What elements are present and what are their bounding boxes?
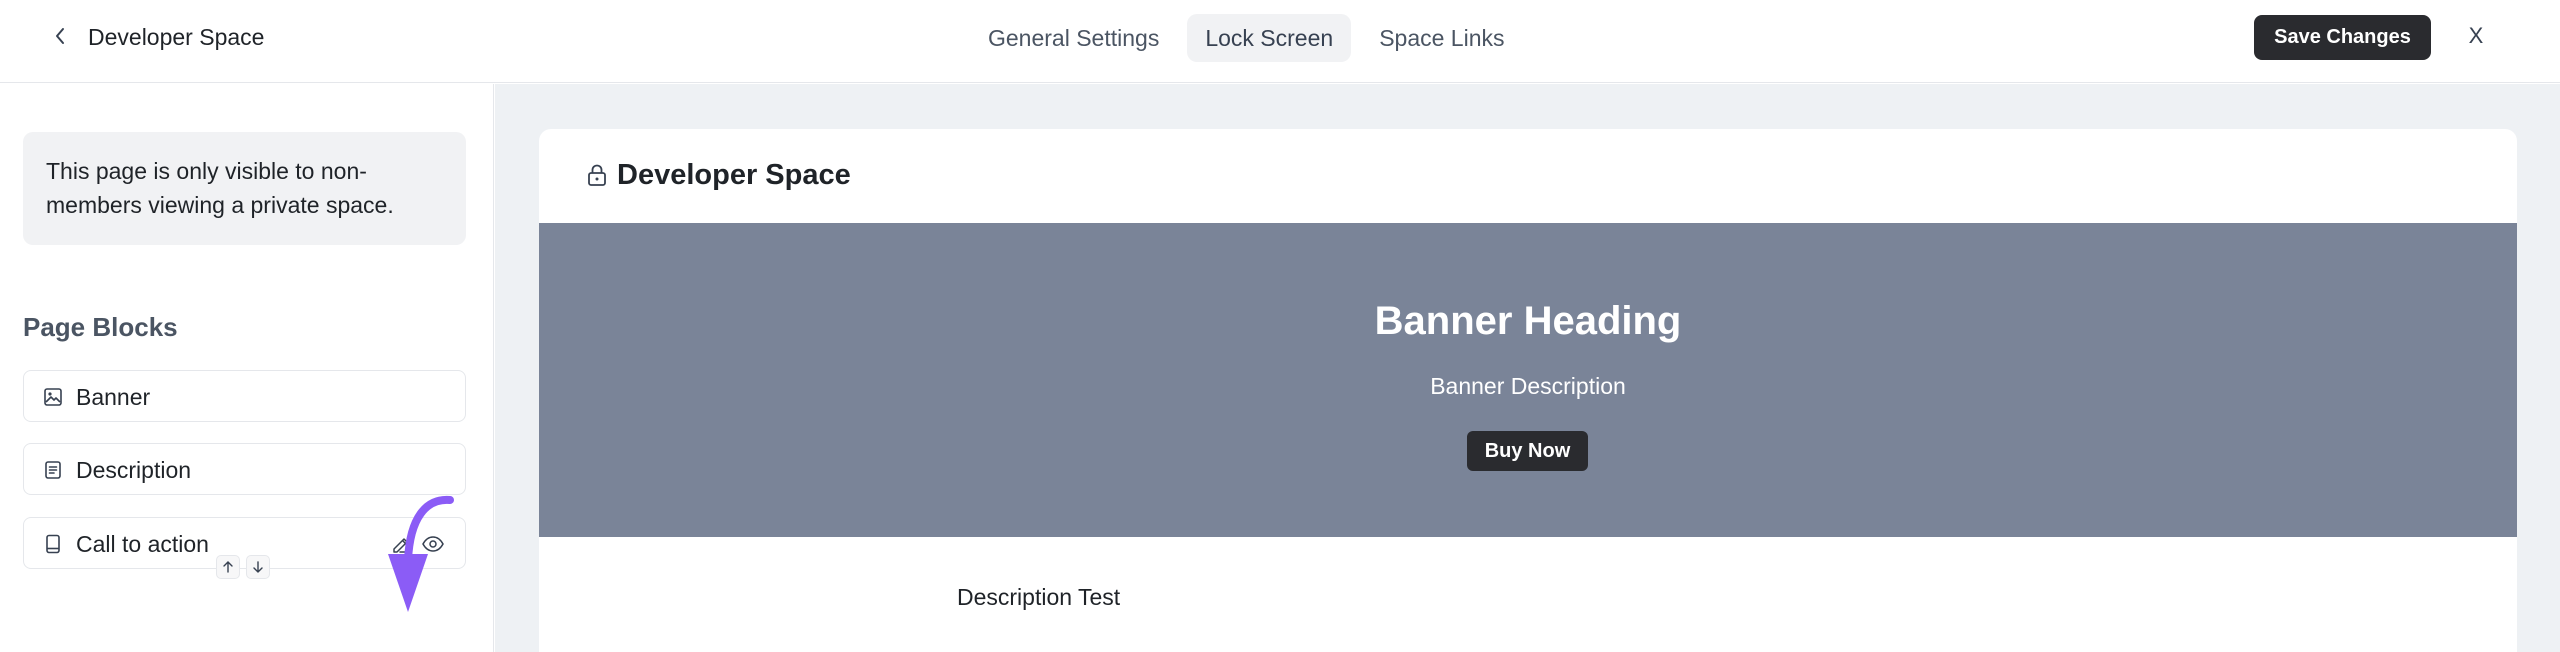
sidebar: This page is only visible to non-members…	[0, 84, 494, 652]
lock-screen-preview-card: Developer Space Banner Heading Banner De…	[539, 129, 2517, 652]
tablet-icon	[42, 533, 64, 555]
buy-now-button[interactable]: Buy Now	[1467, 431, 1588, 471]
close-button[interactable]: X	[2464, 20, 2488, 52]
chevron-left-icon	[56, 28, 64, 44]
lock-icon	[585, 162, 609, 188]
back-button[interactable]	[46, 22, 74, 50]
preview-area: Developer Space Banner Heading Banner De…	[495, 84, 2560, 652]
tab-general-settings[interactable]: General Settings	[970, 14, 1177, 62]
info-notice: This page is only visible to non-members…	[23, 132, 466, 245]
save-changes-button[interactable]: Save Changes	[2254, 15, 2431, 60]
block-label: Call to action	[76, 531, 209, 557]
move-up-button[interactable]	[216, 555, 240, 579]
preview-header: Developer Space	[539, 129, 2517, 223]
arrow-down-icon	[253, 561, 263, 573]
block-label: Description	[76, 457, 192, 483]
tab-space-links[interactable]: Space Links	[1361, 14, 1522, 62]
top-bar: Developer Space General Settings Lock Sc…	[0, 0, 2560, 83]
preview-title: Developer Space	[617, 159, 851, 191]
block-description[interactable]: Description	[23, 443, 466, 495]
settings-tabs: General Settings Lock Screen Space Links	[970, 14, 1523, 62]
block-banner[interactable]: Banner	[23, 370, 466, 422]
document-icon	[42, 459, 64, 481]
arrow-up-icon	[223, 561, 233, 573]
info-notice-text: This page is only visible to non-members…	[46, 158, 394, 218]
banner-block: Banner Heading Banner Description Buy No…	[539, 223, 2517, 537]
image-icon	[42, 386, 64, 408]
tab-lock-screen[interactable]: Lock Screen	[1187, 14, 1352, 62]
block-label: Banner	[76, 384, 151, 410]
page-blocks-heading: Page Blocks	[23, 312, 178, 342]
banner-description: Banner Description	[1430, 373, 1626, 399]
annotation-arrow-icon	[388, 495, 454, 612]
banner-heading: Banner Heading	[1374, 299, 1682, 343]
move-down-button[interactable]	[246, 555, 270, 579]
description-text: Description Test	[957, 584, 1121, 610]
space-title: Developer Space	[88, 24, 265, 50]
